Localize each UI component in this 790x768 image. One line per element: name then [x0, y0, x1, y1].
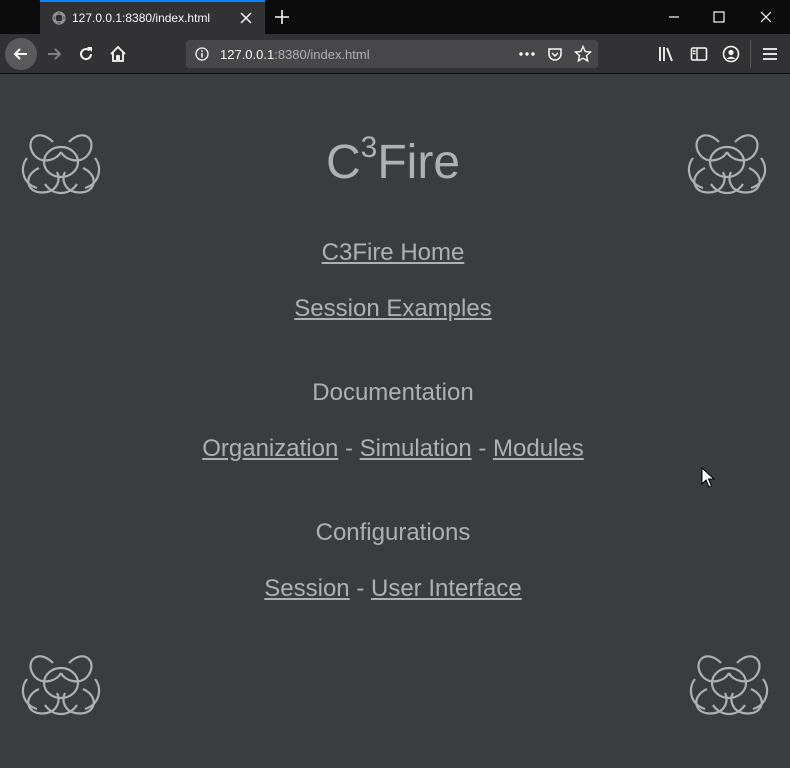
celtic-knot-logo-icon — [689, 655, 769, 716]
url-path: :8380/index.html — [274, 47, 370, 62]
simulation-link[interactable]: Simulation — [360, 435, 472, 462]
modules-link[interactable]: Modules — [493, 435, 584, 462]
back-arrow-icon — [13, 48, 27, 60]
url-bar[interactable]: 127.0.0.1:8380/index.html — [186, 40, 598, 68]
session-examples-link[interactable]: Session Examples — [294, 295, 491, 322]
bookmark-star-icon[interactable] — [574, 45, 592, 63]
c3fire-home-link[interactable]: C3Fire Home — [322, 239, 465, 266]
home-icon[interactable] — [108, 44, 128, 64]
navigation-toolbar: 127.0.0.1:8380/index.html — [0, 34, 790, 74]
reload-icon[interactable] — [76, 44, 96, 64]
close-tab-icon[interactable] — [238, 10, 254, 26]
page-actions-icon[interactable] — [518, 47, 536, 61]
new-tab-icon[interactable] — [274, 9, 290, 25]
menu-icon[interactable] — [760, 44, 780, 64]
page-title: C3Fire — [0, 133, 786, 190]
pocket-icon[interactable] — [547, 46, 563, 62]
page-content: C3Fire C3Fire Home Session Examples Docu… — [0, 75, 790, 768]
link-separator: - — [344, 435, 353, 462]
minimize-icon[interactable] — [666, 9, 682, 25]
title-rest: Fire — [377, 136, 461, 189]
back-button[interactable] — [5, 38, 37, 70]
celtic-knot-logo-icon — [21, 655, 101, 716]
toolbar-separator — [750, 40, 751, 68]
url-host: 127.0.0.1 — [220, 47, 275, 62]
account-icon[interactable] — [721, 44, 741, 64]
sidebar-icon[interactable] — [689, 44, 709, 64]
mouse-cursor-icon — [701, 467, 715, 488]
tab-strip: 127.0.0.1:8380/index.html — [0, 0, 790, 34]
session-link[interactable]: Session — [264, 575, 349, 602]
documentation-links: Organization - Simulation - Modules — [0, 435, 786, 463]
examples-row: Session Examples — [0, 295, 786, 323]
configurations-heading: Configurations — [315, 519, 471, 546]
url-text: 127.0.0.1:8380/index.html — [220, 47, 370, 62]
link-separator: - — [478, 435, 487, 462]
tab-active[interactable]: 127.0.0.1:8380/index.html — [40, 0, 265, 34]
maximize-icon[interactable] — [711, 9, 727, 25]
user-interface-link[interactable]: User Interface — [371, 575, 522, 602]
title-base: C — [325, 136, 361, 189]
configuration-links: Session - User Interface — [0, 575, 786, 603]
info-icon[interactable] — [195, 47, 209, 61]
close-window-icon[interactable] — [758, 9, 774, 25]
link-separator: - — [356, 575, 365, 602]
forward-arrow-icon[interactable] — [44, 44, 64, 64]
organization-link[interactable]: Organization — [202, 435, 338, 462]
site-favicon-icon — [52, 11, 66, 25]
documentation-heading: Documentation — [312, 379, 474, 406]
tab-title: 127.0.0.1:8380/index.html — [72, 11, 211, 25]
title-superscript: 3 — [360, 131, 378, 164]
home-row: C3Fire Home — [0, 239, 786, 267]
library-icon[interactable] — [657, 44, 677, 64]
